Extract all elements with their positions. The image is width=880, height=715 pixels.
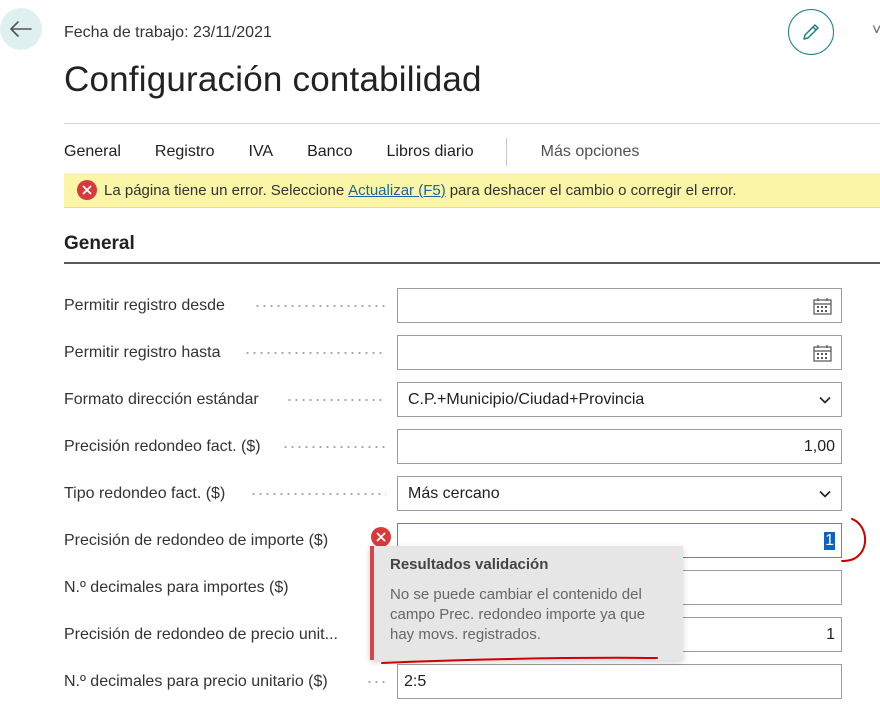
tab-banco[interactable]: Banco [307, 143, 352, 161]
validation-tooltip: Resultados validación No se puede cambia… [370, 546, 683, 660]
field-label-formato-direccion: Formato dirección estándar [64, 391, 259, 408]
precision-redondeo-fact-value: 1,00 [803, 437, 835, 455]
tab-iva[interactable]: IVA [249, 143, 274, 161]
error-banner: La página tiene un error. Seleccione Act… [64, 173, 880, 208]
work-date: Fecha de trabajo: 23/11/2021 [64, 24, 272, 41]
field-label-decimales-importes: N.º decimales para importes ($) [64, 579, 289, 596]
banner-text-end: para deshacer el cambio o corregir el er… [449, 181, 737, 199]
divider [64, 123, 880, 124]
tab-general[interactable]: General [64, 143, 121, 161]
refresh-link[interactable]: Actualizar (F5) [348, 182, 446, 199]
tooltip-body: No se puede cambiar el contenido del cam… [390, 586, 646, 643]
section-divider [64, 262, 880, 264]
field-label-permitir-registro-hasta: Permitir registro hasta [64, 344, 221, 361]
chevron-down-icon [819, 490, 831, 498]
formato-direccion-select[interactable]: C.P.+Municipio/Ciudad+Provincia [397, 382, 842, 417]
tab-more-options[interactable]: Más opciones [541, 143, 640, 161]
field-label-precision-redondeo-precio-unitario: Precisión de redondeo de precio unit... [64, 626, 338, 643]
field-label-permitir-registro-desde: Permitir registro desde [64, 297, 225, 314]
edit-button[interactable] [788, 9, 834, 55]
pencil-icon [803, 24, 819, 40]
chevron-down-icon [819, 396, 831, 404]
section-title: General [64, 233, 135, 254]
action-bar: General Registro IVA Banco Libros diario… [64, 138, 673, 166]
leader-dots [282, 446, 386, 448]
tab-separator [505, 138, 507, 166]
field-label-precision-redondeo-fact: Precisión redondeo fact. ($) [64, 438, 261, 455]
tooltip-title: Resultados validación [390, 556, 549, 573]
back-arrow-icon [10, 21, 32, 37]
precision-redondeo-importe-value: 1 [824, 531, 835, 550]
more-actions-icon[interactable]: ˅ [872, 22, 880, 40]
banner-text: La página tiene un error. Seleccione [104, 181, 345, 199]
leader-dots [366, 681, 386, 683]
field-label-precision-redondeo-importe: Precisión de redondeo de importe ($) [64, 532, 329, 549]
tab-libros-diario[interactable]: Libros diario [386, 143, 473, 161]
leader-dots [244, 352, 386, 354]
leader-dots [286, 399, 386, 401]
decimales-precio-unitario-input[interactable]: 2:5 [397, 664, 842, 699]
permitir-registro-hasta-input[interactable] [397, 335, 842, 370]
annotation-bracket [841, 518, 867, 562]
page-title: Configuración contabilidad [64, 60, 482, 99]
leader-dots [250, 493, 386, 495]
formato-direccion-value: C.P.+Municipio/Ciudad+Provincia [408, 390, 645, 408]
error-icon [77, 180, 97, 200]
field-label-tipo-redondeo-fact: Tipo redondeo fact. ($) [64, 485, 226, 502]
decimales-precio-unitario-value: 2:5 [404, 672, 427, 690]
calendar-icon[interactable] [813, 298, 832, 315]
error-icon [371, 527, 391, 547]
calendar-icon[interactable] [813, 345, 832, 362]
precision-redondeo-precio-unitario-value: 1 [826, 625, 835, 643]
permitir-registro-desde-input[interactable] [397, 288, 842, 323]
precision-redondeo-fact-input[interactable]: 1,00 [397, 429, 842, 464]
leader-dots [254, 305, 386, 307]
tipo-redondeo-fact-select[interactable]: Más cercano [397, 476, 842, 511]
back-button[interactable] [0, 8, 42, 50]
tab-registro[interactable]: Registro [155, 143, 215, 161]
field-label-decimales-precio-unitario: N.º decimales para precio unitario ($) [64, 673, 328, 690]
tipo-redondeo-fact-value: Más cercano [408, 484, 500, 502]
